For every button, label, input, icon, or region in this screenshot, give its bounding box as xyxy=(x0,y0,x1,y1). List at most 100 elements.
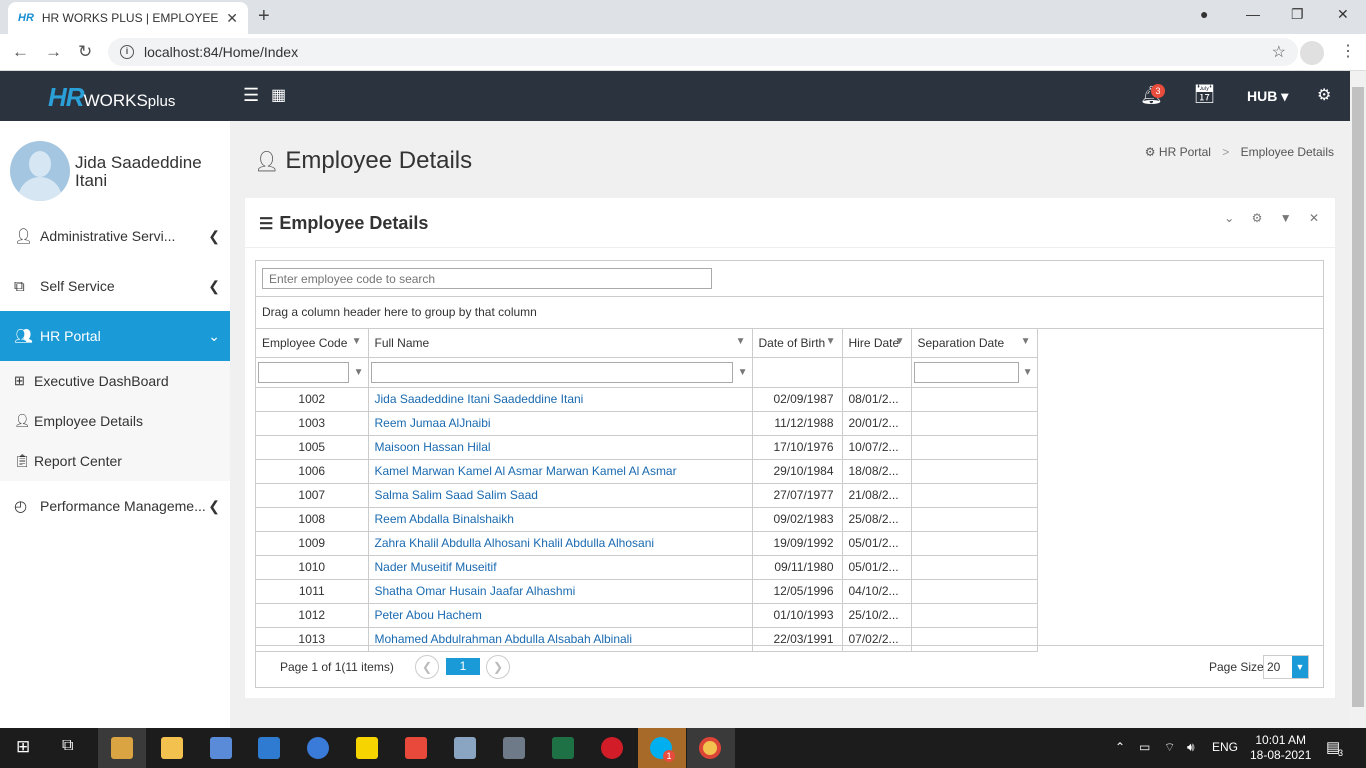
employee-name-link[interactable]: Jida Saadeddine Itani Saadeddine Itani xyxy=(368,387,753,412)
group-panel[interactable]: Drag a column header here to group by th… xyxy=(256,297,1323,329)
sidebar-subitem-executive-dashboard[interactable]: ⊞ Executive DashBoard xyxy=(0,361,230,401)
chevron-up-icon[interactable]: ⌃ xyxy=(1115,740,1125,754)
filter-icon[interactable]: ▼ xyxy=(352,336,362,347)
sidebar-subitem-report-center[interactable]: 📋︎ Report Center xyxy=(0,441,230,481)
employee-name-link[interactable]: Zahra Khalil Abdulla Alhosani Khalil Abd… xyxy=(368,531,753,556)
grid-apps-icon[interactable]: ▦ xyxy=(271,85,286,105)
git-icon[interactable] xyxy=(405,737,427,759)
browser-menu-icon[interactable]: ⋮ xyxy=(1340,41,1356,61)
employee-name-link[interactable]: Salma Salim Saad Salim Saad xyxy=(368,483,753,508)
filter-icon[interactable]: ▼ xyxy=(826,336,836,347)
bookmark-star-icon[interactable]: ☆ xyxy=(1272,42,1286,62)
settings-icon[interactable]: ⚙ xyxy=(1252,211,1263,225)
table-row[interactable]: 1007 Salma Salim Saad Salim Saad 27/07/197… xyxy=(256,483,1038,508)
filter-icon[interactable]: ▼ xyxy=(1023,367,1033,378)
filter-icon[interactable]: ▼ xyxy=(895,336,905,347)
close-icon[interactable]: ✕ xyxy=(1309,211,1319,225)
sidebar-item-administrative-services[interactable]: 👤︎ Administrative Servi... ❮ xyxy=(0,211,230,261)
chrome-icon[interactable] xyxy=(699,737,721,759)
opera-icon[interactable] xyxy=(601,737,623,759)
table-row[interactable]: 1009 Zahra Khalil Abdulla Alhosani Khalil… xyxy=(256,531,1038,556)
close-window-icon[interactable]: ✕ xyxy=(1337,6,1349,23)
table-row[interactable]: 1006 Kamel Marwan Kamel Al Asmar Marwan K… xyxy=(256,459,1038,484)
filter-icon[interactable]: ▼ xyxy=(736,336,746,347)
employee-name-link[interactable]: Reem Abdalla Binalshaikh xyxy=(368,507,753,532)
notification-center-count: 3 xyxy=(1338,748,1344,758)
employee-name-link[interactable]: Shatha Omar Husain Jaafar Alhashmi xyxy=(368,579,753,604)
table-row[interactable]: 1005 Maisoon Hassan Hilal 17/10/1976 10/07/… xyxy=(256,435,1038,460)
employee-search-input[interactable] xyxy=(262,268,712,289)
dropdown-arrow-icon[interactable]: ▼ xyxy=(1292,656,1308,678)
employee-code-filter-input[interactable] xyxy=(258,361,349,383)
employee-name-link[interactable]: Maisoon Hassan Hilal xyxy=(368,435,753,460)
table-row[interactable]: 1012 Peter Abou Hachem 01/10/1993 25/10/2..… xyxy=(256,603,1038,628)
scrollbar-thumb[interactable] xyxy=(1352,87,1364,707)
employee-name-link[interactable]: Kamel Marwan Kamel Al Asmar Marwan Kamel… xyxy=(368,459,753,484)
sidebar-item-hr-portal[interactable]: 👥︎ HR Portal ⌄ xyxy=(0,311,230,361)
sticky-notes-icon[interactable] xyxy=(356,737,378,759)
collapse-icon[interactable]: ⌄ xyxy=(1224,211,1234,225)
table-row[interactable]: 1002 Jida Saadeddine Itani Saadeddine Ita… xyxy=(256,387,1038,412)
table-row[interactable]: 1003 Reem Jumaa AlJnaibi 11/12/1988 20/01/2… xyxy=(256,411,1038,436)
next-page-icon[interactable]: ❯ xyxy=(486,655,510,679)
close-tab-icon[interactable]: ✕ xyxy=(226,10,238,27)
url-text[interactable]: localhost:84/Home/Index xyxy=(144,44,1272,60)
sidebar-item-self-service[interactable]: ⧉ Self Service ❮ xyxy=(0,261,230,311)
page-size-select[interactable]: 20 ▼ xyxy=(1263,655,1309,679)
forward-icon[interactable]: → xyxy=(45,42,62,62)
restore-icon[interactable]: ❐ xyxy=(1291,6,1304,23)
app-icon[interactable] xyxy=(307,737,329,759)
page-scrollbar[interactable] xyxy=(1350,71,1366,728)
new-tab-icon[interactable]: + xyxy=(258,5,270,28)
breadcrumb-hr-portal[interactable]: HR Portal xyxy=(1159,145,1211,159)
hamburger-menu-icon[interactable]: ☰ xyxy=(243,85,259,106)
calendar-icon[interactable]: 📅︎ xyxy=(1193,84,1216,105)
employee-name-link[interactable]: Nader Museitif Museitif xyxy=(368,555,753,580)
minimize-icon[interactable]: — xyxy=(1246,6,1260,22)
employee-name-link[interactable]: Peter Abou Hachem xyxy=(368,603,753,628)
filter-icon[interactable]: ▼ xyxy=(354,367,364,378)
previous-page-icon[interactable]: ❮ xyxy=(415,655,439,679)
language-indicator[interactable]: ENG xyxy=(1212,740,1238,754)
column-header-separation-date[interactable]: Separation Date ▼ xyxy=(911,329,1038,358)
back-icon[interactable]: ← xyxy=(12,42,29,62)
table-row[interactable]: 1008 Reem Abdalla Binalshaikh 09/02/1983 25… xyxy=(256,507,1038,532)
full-name-filter-input[interactable] xyxy=(370,361,733,383)
page-number-button[interactable]: 1 xyxy=(446,658,480,675)
wifi-icon[interactable]: ⌔ xyxy=(1164,740,1175,755)
app-logo[interactable]: HRWORKSplus xyxy=(48,82,175,113)
browser-tab[interactable]: HR HR WORKS PLUS | EMPLOYEE SE ✕ xyxy=(8,2,248,34)
profile-dropdown-icon[interactable]: ● xyxy=(1200,6,1208,22)
filter-icon[interactable]: ▼ xyxy=(1280,211,1292,225)
omnibox[interactable]: i localhost:84/Home/Index ☆ xyxy=(108,38,1298,66)
filter-icon[interactable]: ▼ xyxy=(1021,336,1031,347)
clock[interactable]: 10:01 AM 18-08-2021 xyxy=(1250,733,1311,763)
info-icon[interactable]: i xyxy=(120,45,134,59)
volume-icon[interactable]: 🔊︎ xyxy=(1187,740,1195,755)
reload-icon[interactable]: ↻ xyxy=(78,42,92,62)
employee-name-link[interactable]: Reem Jumaa AlJnaibi xyxy=(368,411,753,436)
file-explorer-icon[interactable] xyxy=(161,737,183,759)
separation-date-filter-input[interactable] xyxy=(913,361,1019,383)
hub-dropdown[interactable]: HUB ▾ xyxy=(1247,88,1288,105)
profile-avatar-icon[interactable] xyxy=(1300,41,1324,65)
table-row[interactable]: 1010 Nader Museitif Museitif 09/11/1980 05/… xyxy=(256,555,1038,580)
calculator-icon[interactable] xyxy=(503,737,525,759)
app-icon[interactable] xyxy=(111,737,133,759)
sidebar-item-performance-management[interactable]: ◴ Performance Manageme... ❮ xyxy=(0,481,230,531)
filter-icon[interactable]: ▼ xyxy=(738,367,748,378)
settings-gears-icon[interactable]: ⚙ xyxy=(1317,85,1331,105)
windows-start-icon[interactable]: ⊞ xyxy=(16,737,30,757)
table-row[interactable]: 1011 Shatha Omar Husain Jaafar Alhashmi 12… xyxy=(256,579,1038,604)
sidebar-subitem-employee-details[interactable]: 👤︎ Employee Details xyxy=(0,401,230,441)
column-header-full-name[interactable]: Full Name ▼ xyxy=(368,329,753,358)
task-view-icon[interactable]: ⧉ xyxy=(62,737,73,755)
column-header-date-of-birth[interactable]: Date of Birth ▼ xyxy=(752,329,843,358)
app-icon[interactable] xyxy=(210,737,232,759)
column-header-hire-date[interactable]: Hire Date ▼ xyxy=(842,329,912,358)
mail-icon[interactable] xyxy=(454,737,476,759)
app-icon[interactable] xyxy=(258,737,280,759)
excel-icon[interactable] xyxy=(552,737,574,759)
column-header-employee-code[interactable]: Employee Code ▼ xyxy=(256,329,369,358)
battery-icon[interactable]: ▭ xyxy=(1139,740,1150,754)
